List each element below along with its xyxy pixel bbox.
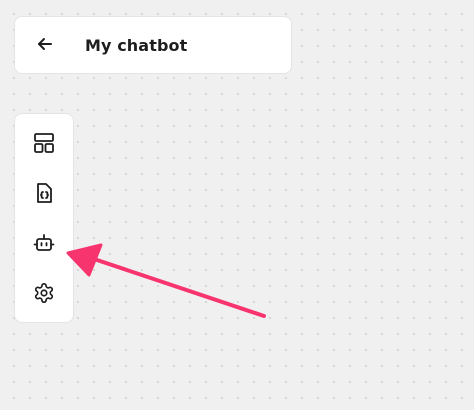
arrow-left-icon [35, 34, 55, 58]
bot-icon [33, 232, 55, 254]
layout-grid-icon [33, 132, 55, 154]
back-button[interactable] [33, 34, 57, 58]
chatbot-header: My chatbot [14, 16, 292, 74]
file-code-icon [33, 182, 55, 204]
sidebar-item-code-file[interactable] [29, 178, 59, 208]
page-title: My chatbot [85, 36, 188, 55]
sidebar [14, 113, 74, 323]
sidebar-item-bot[interactable] [29, 228, 59, 258]
sidebar-item-layout[interactable] [29, 128, 59, 158]
sidebar-item-settings[interactable] [29, 278, 59, 308]
gear-icon [33, 282, 55, 304]
